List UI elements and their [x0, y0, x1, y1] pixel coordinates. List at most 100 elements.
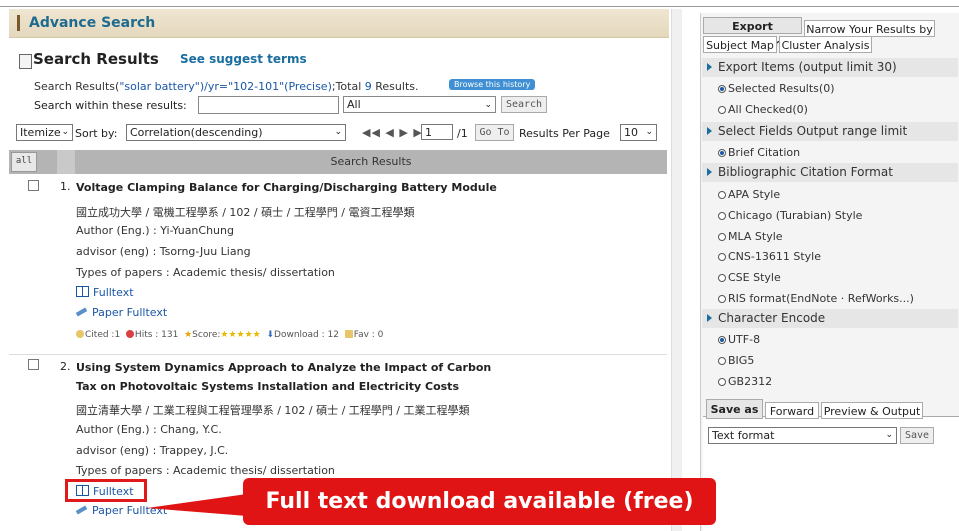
tab-save-as[interactable]: Save as	[706, 399, 763, 419]
search-within-input[interactable]	[198, 96, 339, 114]
itemize-select[interactable]: Itemize ⌄	[16, 124, 73, 141]
header-marker	[17, 15, 20, 31]
chevron-down-icon: ⌄	[334, 127, 342, 137]
page-title: Advance Search	[29, 15, 156, 31]
chevron-down-icon: ⌄	[645, 127, 653, 137]
search-within-label: Search within these results:	[34, 99, 187, 112]
cited-icon	[76, 330, 84, 338]
radio-cse[interactable]: CSE Style	[718, 271, 781, 284]
header-separator	[57, 150, 75, 174]
triangle-right-icon	[707, 168, 712, 176]
search-within-scope-select[interactable]: All ⌄	[343, 96, 496, 113]
results-panel: Advance Search Search Results See sugges…	[9, 9, 669, 531]
radio-icon	[718, 253, 726, 261]
result-title-link-line2[interactable]: Tax on Photovoltaic Systems Installation…	[76, 377, 459, 397]
query-summary: Search Results("solar battery")/yr="102-…	[34, 80, 419, 93]
radio-mla[interactable]: MLA Style	[718, 230, 783, 243]
download-icon: ⬇	[266, 330, 275, 340]
radio-icon	[718, 274, 726, 282]
radio-utf8[interactable]: UTF-8	[718, 333, 760, 346]
browse-history-button[interactable]: Browse this history	[449, 79, 536, 90]
result-number: 2.	[60, 360, 71, 373]
result-type: Types of papers : Academic thesis/ disse…	[76, 266, 335, 279]
radio-selected-results[interactable]: Selected Results(0)	[718, 82, 834, 95]
radio-icon	[718, 149, 726, 157]
chevron-down-icon: ⌄	[61, 127, 69, 137]
radio-brief-citation[interactable]: Brief Citation	[718, 146, 800, 159]
tab-narrow-results[interactable]: Narrow Your Results by	[804, 20, 935, 37]
tab-export-manager[interactable]: Export Manager	[703, 17, 802, 50]
chevron-down-icon: ⌄	[484, 100, 492, 110]
result-stats: Cited :1 Hits : 131 ★Score:★★★★★ ⬇Downlo…	[76, 330, 383, 340]
chevron-down-icon: ⌄	[885, 430, 893, 440]
tab-forward[interactable]: Forward	[765, 402, 819, 419]
pen-icon	[75, 505, 88, 515]
radio-icon	[718, 233, 726, 241]
save-button[interactable]: Save	[900, 427, 934, 444]
result-checkbox[interactable]	[28, 180, 39, 191]
see-suggest-terms-link[interactable]: See suggest terms	[180, 52, 307, 66]
select-all-button[interactable]: all	[11, 152, 37, 172]
tab-cluster-analysis[interactable]: Cluster Analysis	[779, 36, 872, 53]
tab-subject-map[interactable]: Subject Map	[703, 36, 777, 53]
fulltext-callout: Full text download available (free)	[243, 478, 716, 525]
result-checkbox[interactable]	[28, 359, 39, 370]
result-advisor: advisor (eng) : Trappey, J.C.	[76, 444, 229, 457]
document-icon	[19, 54, 32, 69]
result-author: Author (Eng.) : Chang, Y.C.	[76, 423, 222, 436]
fav-icon	[344, 330, 353, 338]
radio-chicago[interactable]: Chicago (Turabian) Style	[718, 209, 862, 222]
radio-icon	[718, 85, 726, 93]
score-stars: ★★★★★	[220, 330, 261, 340]
go-to-button[interactable]: Go To	[475, 124, 514, 141]
fulltext-highlight-box	[65, 479, 147, 502]
result-title-link[interactable]: Using System Dynamics Approach to Analyz…	[76, 358, 491, 378]
page-number-input[interactable]: 1	[421, 124, 453, 140]
radio-icon	[718, 295, 726, 303]
radio-apa[interactable]: APA Style	[718, 188, 780, 201]
fulltext-link[interactable]: Fulltext	[76, 286, 134, 299]
results-per-page-label: Results Per Page	[519, 127, 610, 140]
result-advisor: advisor (eng) : Tsorng-Juu Liang	[76, 245, 251, 258]
radio-icon	[718, 212, 726, 220]
radio-icon	[718, 357, 726, 365]
radio-gb2312[interactable]: GB2312	[718, 375, 772, 388]
results-per-page-select[interactable]: 10 ⌄	[620, 124, 657, 141]
page-total: /1	[457, 127, 468, 140]
total-count: 9	[364, 80, 372, 93]
triangle-right-icon	[707, 127, 712, 135]
radio-icon	[718, 378, 726, 386]
callout-pointer	[147, 494, 247, 516]
result-number: 1.	[60, 180, 71, 193]
triangle-right-icon	[707, 63, 712, 71]
result-type: Types of papers : Academic thesis/ disse…	[76, 464, 335, 477]
result-school: 國立成功大學 / 電機工程學系 / 102 / 碩士 / 工程學門 / 電資工程…	[76, 206, 415, 219]
star-icon: ★	[184, 330, 193, 340]
vertical-scrollbar[interactable]	[671, 9, 682, 531]
result-author: Author (Eng.) : Yi-YuanChung	[76, 224, 234, 237]
radio-cns[interactable]: CNS-13611 Style	[718, 250, 821, 263]
result-title-link[interactable]: Voltage Clamping Balance for Charging/Di…	[76, 178, 497, 198]
paper-fulltext-link[interactable]: Paper Fulltext	[75, 306, 167, 319]
radio-icon	[718, 336, 726, 344]
output-format-select[interactable]: Text format ⌄	[708, 427, 897, 444]
export-panel: Export Manager Narrow Your Results by Su…	[700, 13, 959, 531]
search-results-title: Search Results	[33, 50, 159, 68]
radio-big5[interactable]: BIG5	[718, 354, 754, 367]
export-items-header: Export Items (output limit 30)	[702, 58, 958, 77]
top-border	[0, 6, 959, 7]
results-table-header: all Search Results	[9, 150, 667, 174]
character-encode-header: Character Encode	[702, 309, 958, 328]
tab-preview-output[interactable]: Preview & Output	[821, 402, 923, 419]
sort-by-select[interactable]: Correlation(descending) ⌄	[126, 124, 346, 141]
hits-icon	[125, 330, 134, 338]
sort-by-label: Sort by:	[75, 127, 118, 140]
citation-format-header: Bibliographic Citation Format	[702, 163, 958, 182]
radio-all-checked[interactable]: All Checked(0)	[718, 103, 808, 116]
book-icon	[76, 286, 89, 297]
pen-icon	[75, 307, 88, 317]
search-within-button[interactable]: Search	[501, 96, 547, 113]
radio-ris[interactable]: RIS format(EndNote · RefWorks...)	[718, 292, 914, 305]
query-link[interactable]: "solar battery")/yr="102-101"(Precise)	[119, 80, 332, 93]
result-divider	[9, 354, 667, 355]
